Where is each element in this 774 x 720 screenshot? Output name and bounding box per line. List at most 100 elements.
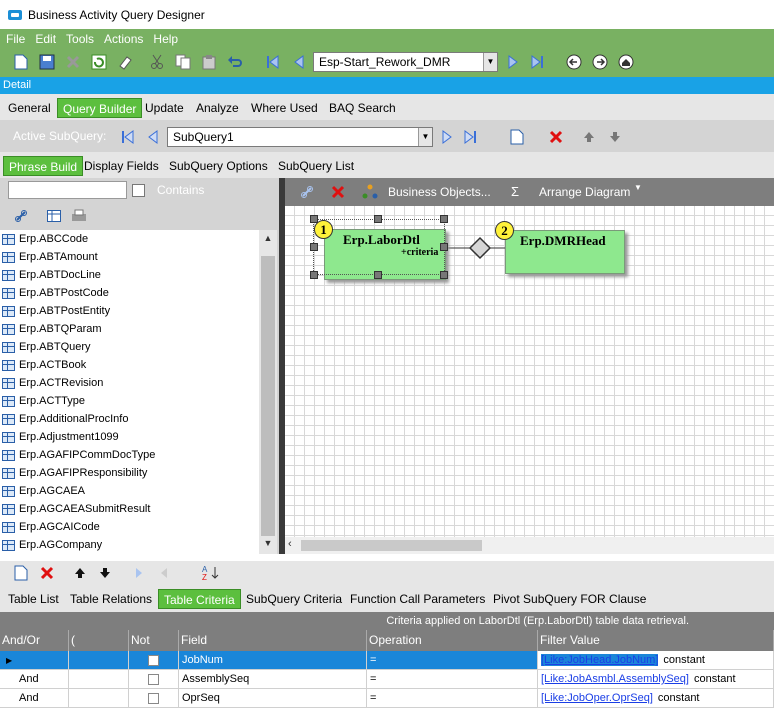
filter-value-link[interactable]: [Like:JobHead.JobNum] [541,654,659,666]
table-list-item[interactable]: Erp.AdditionalProcInfo [0,410,259,428]
table-list-item[interactable]: Erp.AGCAEASubmitResult [0,500,259,518]
scrollbar-thumb[interactable] [261,256,275,536]
tab-function-call-parameters[interactable]: Function Call Parameters [345,589,490,609]
menu-help[interactable]: Help [153,32,178,46]
table-row[interactable]: And OprSeq = [Like:JobOper.OprSeq] constant [0,689,774,708]
resize-handle[interactable] [440,215,448,223]
col-header-operation[interactable]: Operation [367,630,538,651]
menu-edit[interactable]: Edit [35,32,56,46]
cell-filter-value[interactable]: [Like:JobHead.JobNum] constant [538,651,774,670]
cut-icon[interactable] [148,53,166,71]
table-list-item[interactable]: Erp.AGAFIPCommDocType [0,446,259,464]
tab-update[interactable]: Update [140,98,189,118]
tab-general[interactable]: General [3,98,56,118]
new-subquery-icon[interactable] [508,128,526,146]
move-down-icon[interactable] [606,128,624,146]
first-subquery-icon[interactable] [119,128,137,146]
tab-phrase-build[interactable]: Phrase Build [3,156,84,176]
tab-table-criteria[interactable]: Table Criteria [158,589,241,609]
filter-value-link[interactable]: [Like:JobOper.OprSeq] [541,692,653,704]
table-row[interactable]: And AssemblySeq = [Like:JobAsmbl.AssemblySe… [0,670,774,689]
filter-value-link[interactable]: [Like:JobAsmbl.AssemblySeq] [541,673,689,685]
subquery-dropdown[interactable]: SubQuery1 ▼ [167,127,433,147]
business-objects-button[interactable]: Business Objects... [388,185,491,199]
resize-handle[interactable] [310,243,318,251]
resize-handle[interactable] [440,243,448,251]
table-list-item[interactable]: Erp.ACTBook [0,356,259,374]
resize-handle[interactable] [310,271,318,279]
not-checkbox[interactable] [148,654,159,666]
prev-subquery-icon[interactable] [144,128,162,146]
sigma-button[interactable]: Σ [511,184,519,199]
move-up-icon[interactable] [580,128,598,146]
cell-filter-value[interactable]: [Like:JobAsmbl.AssemblySeq] constant [538,670,774,689]
menu-file[interactable]: File [6,32,25,46]
last-subquery-icon[interactable] [461,128,479,146]
col-header-paren[interactable]: ( [69,630,129,651]
cell-paren[interactable] [69,651,129,670]
table-list-item[interactable]: Erp.ACTRevision [0,374,259,392]
back-icon[interactable] [565,53,583,71]
table-list-item[interactable]: Erp.ACTType [0,392,259,410]
tab-subquery-criteria[interactable]: SubQuery Criteria [241,589,347,609]
table-list-item[interactable]: Erp.ABTPostCode [0,284,259,302]
link-icon[interactable] [298,183,316,201]
resize-handle[interactable] [310,215,318,223]
move-up-icon[interactable] [71,564,89,582]
cell-andor[interactable]: And [0,670,69,689]
table-list-item[interactable]: Erp.Adjustment1099 [0,428,259,446]
indent-icon[interactable] [130,564,148,582]
scroll-left-icon[interactable]: ‹ [288,538,292,550]
table-list-item[interactable]: Erp.ABTQParam [0,320,259,338]
scroll-down-icon[interactable]: ▼ [261,538,275,552]
table-list-item[interactable]: Erp.ABTPostEntity [0,302,259,320]
first-record-icon[interactable] [264,53,282,71]
tab-pivot-subquery[interactable]: Pivot SubQuery FOR Clause [488,589,651,609]
cell-filter-value[interactable]: [Like:JobOper.OprSeq] constant [538,689,774,708]
save-icon[interactable] [38,53,56,71]
tab-subquery-options[interactable]: SubQuery Options [164,156,273,176]
table-view-icon[interactable] [45,207,63,225]
menu-actions[interactable]: Actions [104,32,143,46]
cell-andor[interactable]: And [0,689,69,708]
cell-operation[interactable]: = [367,670,538,689]
menu-tools[interactable]: Tools [66,32,94,46]
table-list-item[interactable]: Erp.AGAFIPResponsibility [0,464,259,482]
col-header-andor[interactable]: And/Or [0,630,69,651]
cell-field[interactable]: AssemblySeq [179,670,367,689]
table-list-item[interactable]: Erp.AGCAEA [0,482,259,500]
table-list-item[interactable]: Erp.ABTQuery [0,338,259,356]
cell-not[interactable] [129,670,179,689]
table-list-item[interactable]: Erp.ABTAmount [0,248,259,266]
col-header-not[interactable]: Not [129,630,179,651]
cell-operation[interactable]: = [367,689,538,708]
cell-operation[interactable]: = [367,651,538,670]
move-down-icon[interactable] [96,564,114,582]
undo-icon[interactable] [226,53,244,71]
table-list-item[interactable]: Erp.ABTDocLine [0,266,259,284]
cell-field[interactable]: JobNum [179,651,367,670]
table-list-item[interactable]: Erp.AGCompany [0,536,259,554]
cell-field[interactable]: OprSeq [179,689,367,708]
cell-paren[interactable] [69,670,129,689]
tab-subquery-list[interactable]: SubQuery List [273,156,359,176]
copy-icon[interactable] [174,53,192,71]
last-record-icon[interactable] [528,53,546,71]
tab-table-relations[interactable]: Table Relations [65,589,157,609]
delete-icon[interactable] [38,564,56,582]
home-icon[interactable] [617,53,635,71]
refresh-icon[interactable] [90,53,108,71]
not-checkbox[interactable] [148,673,159,685]
tab-analyze[interactable]: Analyze [191,98,244,118]
table-search-input[interactable] [8,181,127,199]
outdent-icon[interactable] [155,564,173,582]
query-id-dropdown[interactable]: Esp-Start_Rework_DMR ▼ [313,52,498,72]
business-objects-icon[interactable] [361,183,379,201]
cell-andor[interactable]: ▶ [0,651,69,670]
prev-record-icon[interactable] [290,53,308,71]
delete-icon[interactable] [64,53,82,71]
next-record-icon[interactable] [504,53,522,71]
tab-display-fields[interactable]: Display Fields [79,156,164,176]
table-node-dmrhead[interactable]: Erp.DMRHead [505,230,625,274]
tab-where-used[interactable]: Where Used [246,98,323,118]
